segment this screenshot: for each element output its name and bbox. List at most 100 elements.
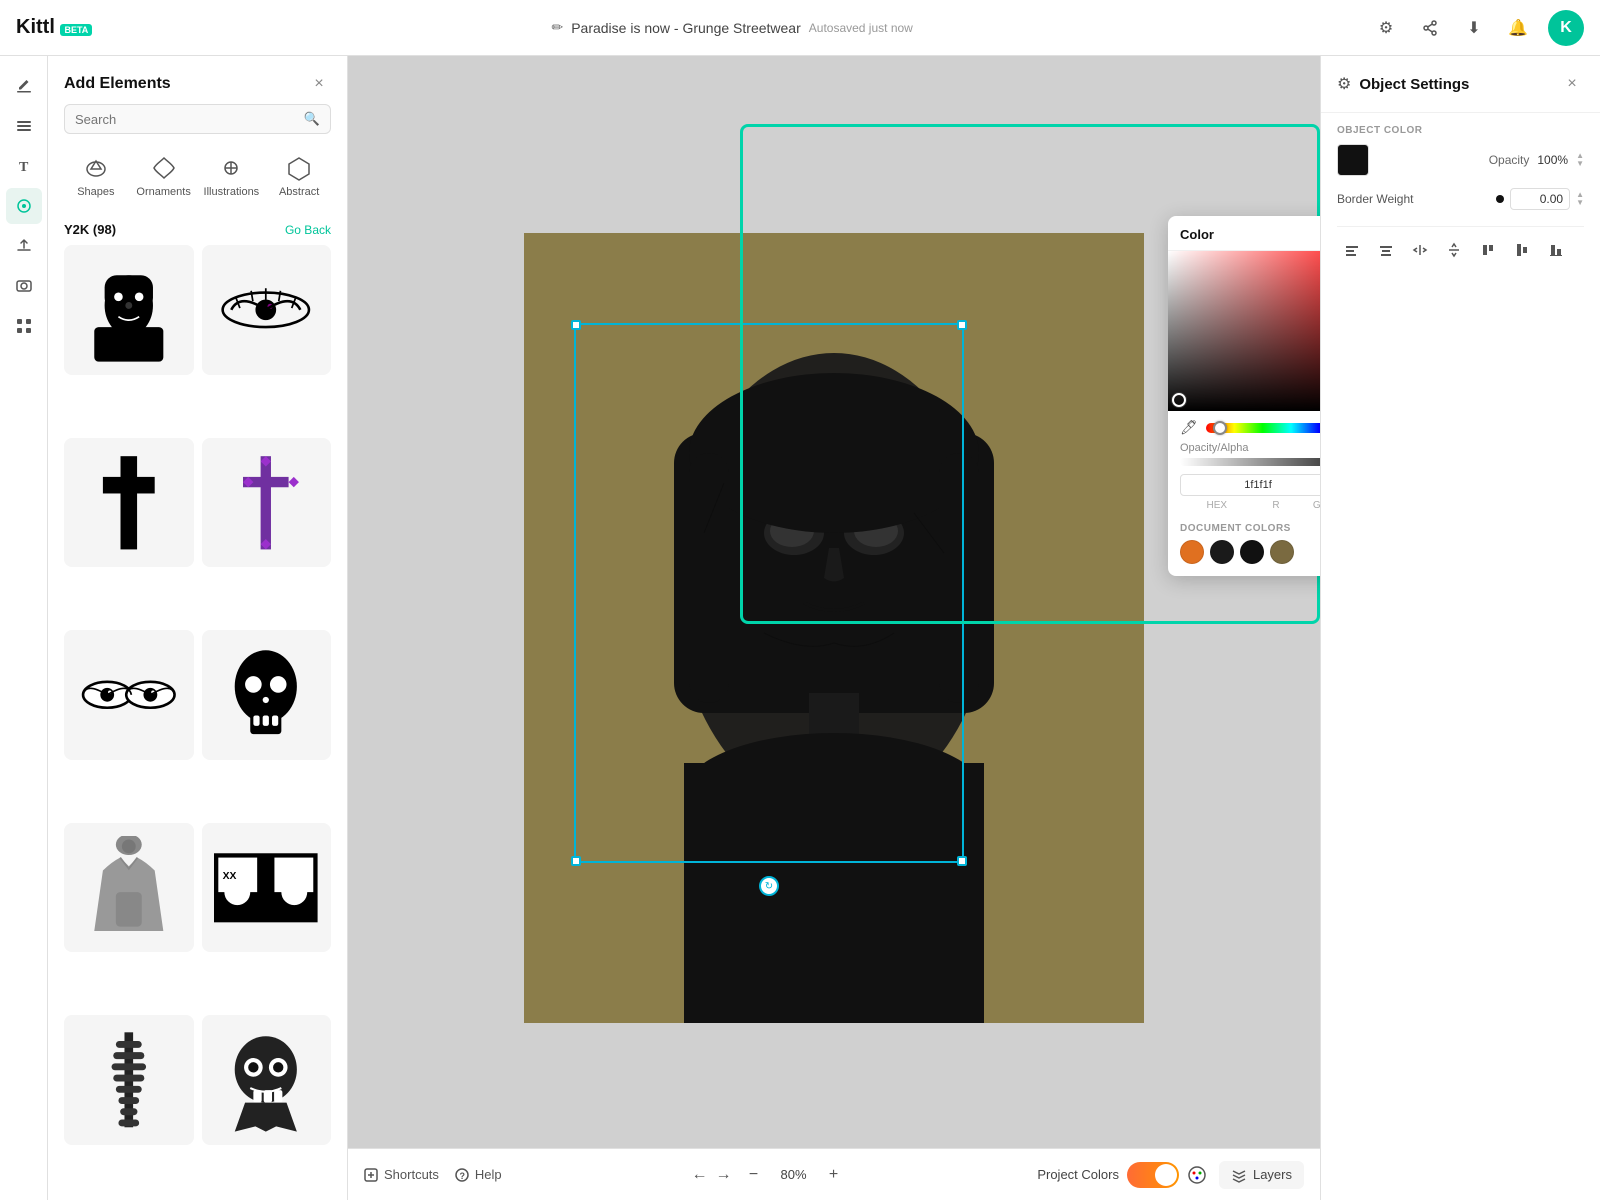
tool-edit[interactable] [6,68,42,104]
undo-btn[interactable]: ← [692,1166,708,1184]
hue-slider[interactable] [1206,423,1320,433]
opacity-row-inner: Opacity/Alpha 100% [1180,442,1320,454]
hex-rgb-row [1168,474,1320,500]
flip-v-btn[interactable] [1439,235,1469,265]
category-shapes-label: Shapes [77,186,114,198]
share-icon-btn[interactable] [1416,14,1444,42]
panel-close-btn[interactable]: × [307,72,331,96]
canvas-background[interactable]: ↻ [524,233,1144,1023]
canvas-container[interactable]: ↻ [524,233,1144,1023]
tool-grid[interactable] [6,308,42,344]
canvas-area[interactable]: ↻ Color × 🖊 O [348,56,1320,1200]
r-label: R [1258,500,1295,511]
logo-text: Kittl [16,16,55,38]
category-abstract[interactable]: Abstract [267,146,331,206]
align-center-btn[interactable] [1371,235,1401,265]
element-item-2[interactable] [202,245,332,375]
beta-badge: BETA [60,24,92,36]
category-shapes[interactable]: Shapes [64,146,128,206]
topbar-center: ✏ Paradise is now - Grunge Streetwear Au… [551,19,912,36]
element-item-10[interactable] [202,1015,332,1145]
tool-elements[interactable] [6,188,42,224]
shortcuts-btn[interactable]: Shortcuts [364,1167,439,1182]
search-bar[interactable]: 🔍 [64,104,331,134]
element-item-5[interactable] [64,630,194,760]
project-title[interactable]: Paradise is now - Grunge Streetwear [571,20,801,36]
opacity-slider-track[interactable] [1180,458,1320,466]
object-settings-title: Object Settings [1359,76,1469,93]
opacity-value-display: 100% [1537,153,1568,167]
toggle-knob [1155,1164,1177,1186]
opacity-spinner[interactable]: ▲ ▼ [1576,152,1584,168]
category-ornaments[interactable]: Ornaments [132,146,196,206]
category-illustrations[interactable]: Illustrations [200,146,264,206]
element-item-6[interactable] [202,630,332,760]
toggle-switch[interactable] [1127,1162,1179,1188]
right-panel-header: ⚙ Object Settings × [1321,56,1600,113]
color-picker-header: Color × [1168,216,1320,251]
element-item-1[interactable] [64,245,194,375]
border-weight-row: Border Weight ▲ ▼ [1337,188,1584,210]
search-input[interactable] [75,112,296,127]
help-label: Help [475,1167,502,1182]
align-bottom-btn[interactable] [1541,235,1571,265]
notification-icon-btn[interactable]: 🔔 [1504,14,1532,42]
redo-btn[interactable]: → [716,1166,732,1184]
object-color-swatch[interactable] [1337,144,1369,176]
tool-layers[interactable] [6,108,42,144]
section-title: Y2K (98) [64,222,116,237]
svg-text:XX: XX [223,871,237,882]
border-spinner[interactable]: ▲ ▼ [1576,191,1584,207]
logo[interactable]: Kittl BETA [16,16,92,39]
doc-swatch-3[interactable] [1240,540,1264,564]
element-item-3[interactable] [64,438,194,568]
pipette-btn[interactable]: 🖊 [1180,419,1198,436]
element-item-7[interactable] [64,823,194,953]
object-settings-close-btn[interactable]: × [1560,72,1584,96]
add-elements-panel: Add Elements × 🔍 Shapes Ornaments Illust… [48,56,348,1200]
zoom-out-btn[interactable]: − [740,1161,768,1189]
download-icon-btn[interactable]: ⬇ [1460,14,1488,42]
layers-btn[interactable]: Layers [1219,1161,1304,1189]
portrait-svg [524,233,1144,1023]
doc-swatch-1[interactable] [1180,540,1204,564]
opacity-down[interactable]: ▼ [1576,160,1584,168]
category-grid: Shapes Ornaments Illustrations Abstract [48,146,347,218]
align-middle-btn[interactable] [1507,235,1537,265]
color-picker-popup: Color × 🖊 Opacity/Alpha 100% [1168,216,1320,576]
tool-photo[interactable] [6,268,42,304]
category-ornaments-label: Ornaments [136,186,190,198]
border-down[interactable]: ▼ [1576,199,1584,207]
user-avatar[interactable]: K [1548,10,1584,46]
settings-icon-btn[interactable]: ⚙ [1372,14,1400,42]
flip-h-btn[interactable] [1405,235,1435,265]
border-weight-label: Border Weight [1337,192,1413,206]
element-item-9[interactable] [64,1015,194,1145]
doc-swatch-2[interactable] [1210,540,1234,564]
align-top-btn[interactable] [1473,235,1503,265]
bottom-left: Shortcuts ? Help [364,1167,502,1182]
layers-icon [1231,1167,1247,1183]
doc-swatch-4[interactable] [1270,540,1294,564]
element-item-8[interactable]: XX [202,823,332,953]
svg-text:?: ? [459,1171,465,1181]
hex-label: HEX [1180,500,1254,511]
tool-text[interactable]: T [6,148,42,184]
border-dot [1496,195,1504,203]
help-btn[interactable]: ? Help [455,1167,502,1182]
shortcuts-label: Shortcuts [384,1167,439,1182]
alignment-row [1337,226,1584,273]
project-colors-toggle: Project Colors [1037,1162,1207,1188]
category-illustrations-label: Illustrations [204,186,260,198]
g-label: G [1298,500,1320,511]
go-back-btn[interactable]: Go Back [285,223,331,237]
tool-upload[interactable] [6,228,42,264]
elements-grid: XX [48,245,347,1200]
element-item-4[interactable] [202,438,332,568]
zoom-in-btn[interactable]: + [820,1161,848,1189]
align-left-btn[interactable] [1337,235,1367,265]
color-gradient-area[interactable] [1168,251,1320,411]
border-value-input[interactable] [1510,188,1570,210]
panel-title: Add Elements [64,75,171,93]
hex-input[interactable] [1180,474,1320,496]
